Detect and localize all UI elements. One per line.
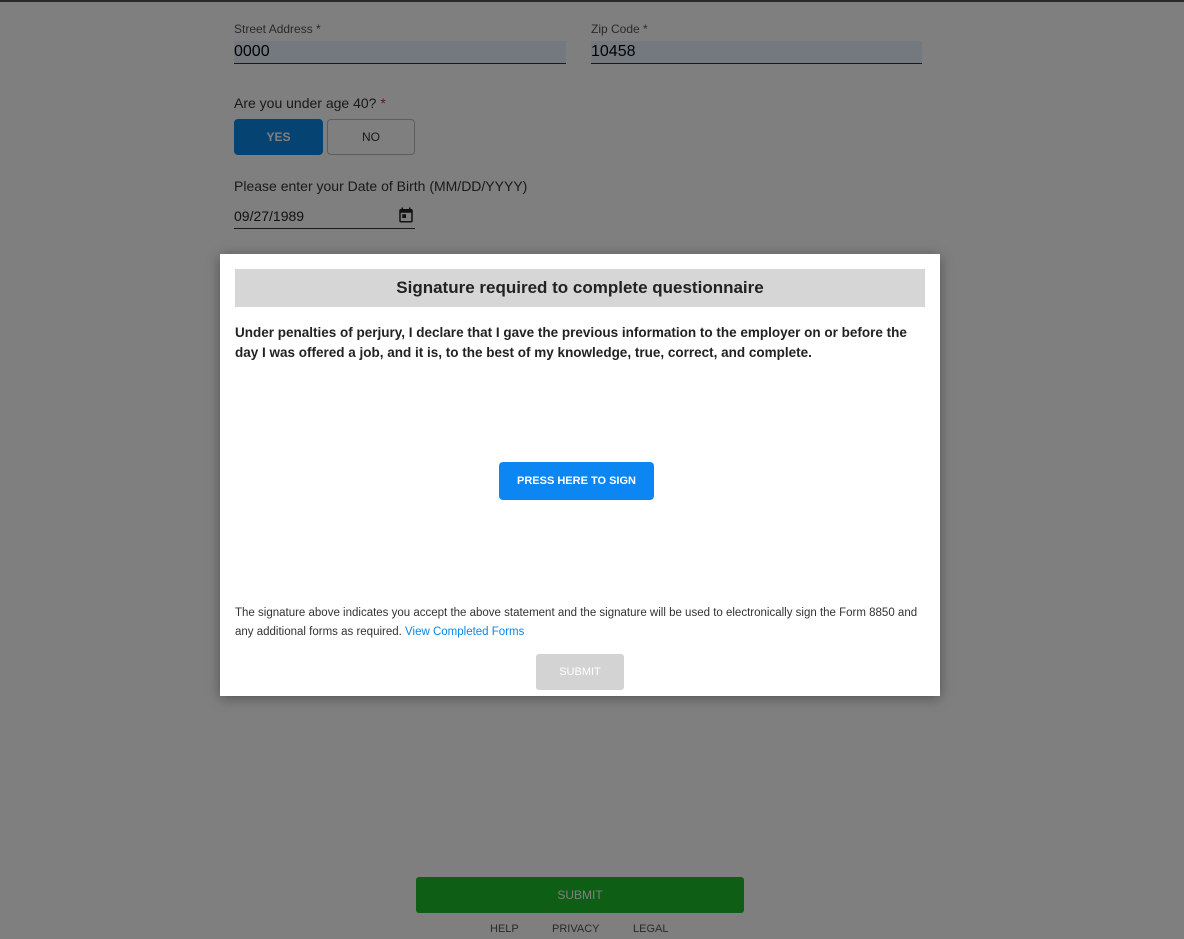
- perjury-statement: Under penalties of perjury, I declare th…: [235, 325, 907, 360]
- signature-dialog: Signature required to complete questionn…: [220, 254, 940, 696]
- dialog-title: Signature required to complete questionn…: [235, 269, 925, 307]
- signature-note-text: The signature above indicates you accept…: [235, 607, 918, 638]
- press-to-sign-button[interactable]: PRESS HERE TO SIGN: [499, 462, 654, 500]
- dialog-submit-button[interactable]: SUBMIT: [536, 654, 624, 690]
- signature-note: The signature above indicates you accept…: [235, 604, 925, 642]
- view-completed-forms-link[interactable]: View Completed Forms: [405, 626, 524, 638]
